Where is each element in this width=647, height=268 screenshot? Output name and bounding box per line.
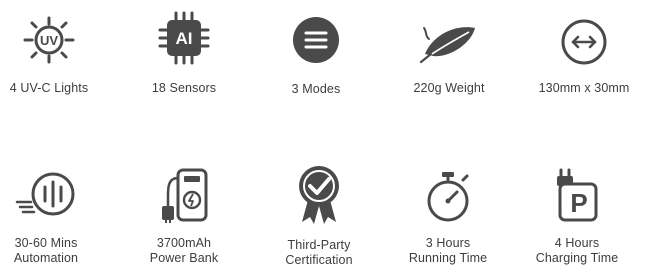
feather-icon	[419, 20, 479, 64]
feature-automation: 30-60 Mins Automation	[0, 160, 111, 267]
ai-icon-text: AI	[176, 29, 193, 48]
ai-chip-icon: AI	[157, 10, 211, 66]
feature-weight: 220g Weight	[384, 0, 514, 110]
feature-uv-lights: UV 4 UV-C Lights	[0, 0, 114, 110]
feature-label: 4 UV-C Lights	[9, 81, 89, 95]
feature-label-line-2: Certification	[285, 253, 353, 267]
feature-label-line-1: 3 Hours	[425, 236, 471, 250]
feature-label: 18 Sensors	[151, 81, 217, 95]
uv-sun-icon: UV	[21, 14, 77, 66]
feature-label: 220g Weight	[413, 81, 485, 95]
feature-dimensions: 130mm x 30mm	[519, 0, 647, 110]
feature-power-bank: 3700mAh Power Bank	[119, 160, 249, 267]
feature-running-time: 3 Hours Running Time	[383, 160, 513, 267]
power-bank-icon	[156, 166, 212, 224]
parking-icon-text: P	[570, 188, 587, 218]
uv-icon-text: UV	[40, 33, 58, 48]
feature-label-line-2: Power Bank	[149, 251, 219, 265]
feature-label-line-1: 3700mAh	[156, 236, 212, 250]
feature-label-line-1: 4 Hours	[554, 236, 600, 250]
menu-circle-icon	[291, 15, 341, 65]
feature-label-line-2: Running Time	[408, 251, 488, 265]
feature-label-line-1: 30-60 Mins	[14, 236, 78, 250]
charging-plug-icon: P	[552, 168, 602, 224]
feature-label-line-1: Third-Party	[287, 238, 351, 252]
feature-modes: 3 Modes	[251, 0, 381, 110]
feature-charging-time: P 4 Hours Charging Time	[512, 160, 642, 267]
feature-label-line-2: Automation	[13, 251, 79, 265]
certification-badge-icon	[294, 164, 344, 226]
automation-timer-icon	[15, 170, 77, 218]
width-arrows-icon	[560, 18, 608, 66]
feature-sensors: AI 18 Sensors	[119, 0, 249, 110]
feature-label: 3 Modes	[291, 82, 341, 96]
stopwatch-icon	[423, 170, 473, 224]
feature-label-line-2: Charging Time	[535, 251, 619, 265]
feature-label: 130mm x 30mm	[538, 81, 630, 95]
feature-certification: Third-Party Certification	[254, 160, 384, 267]
